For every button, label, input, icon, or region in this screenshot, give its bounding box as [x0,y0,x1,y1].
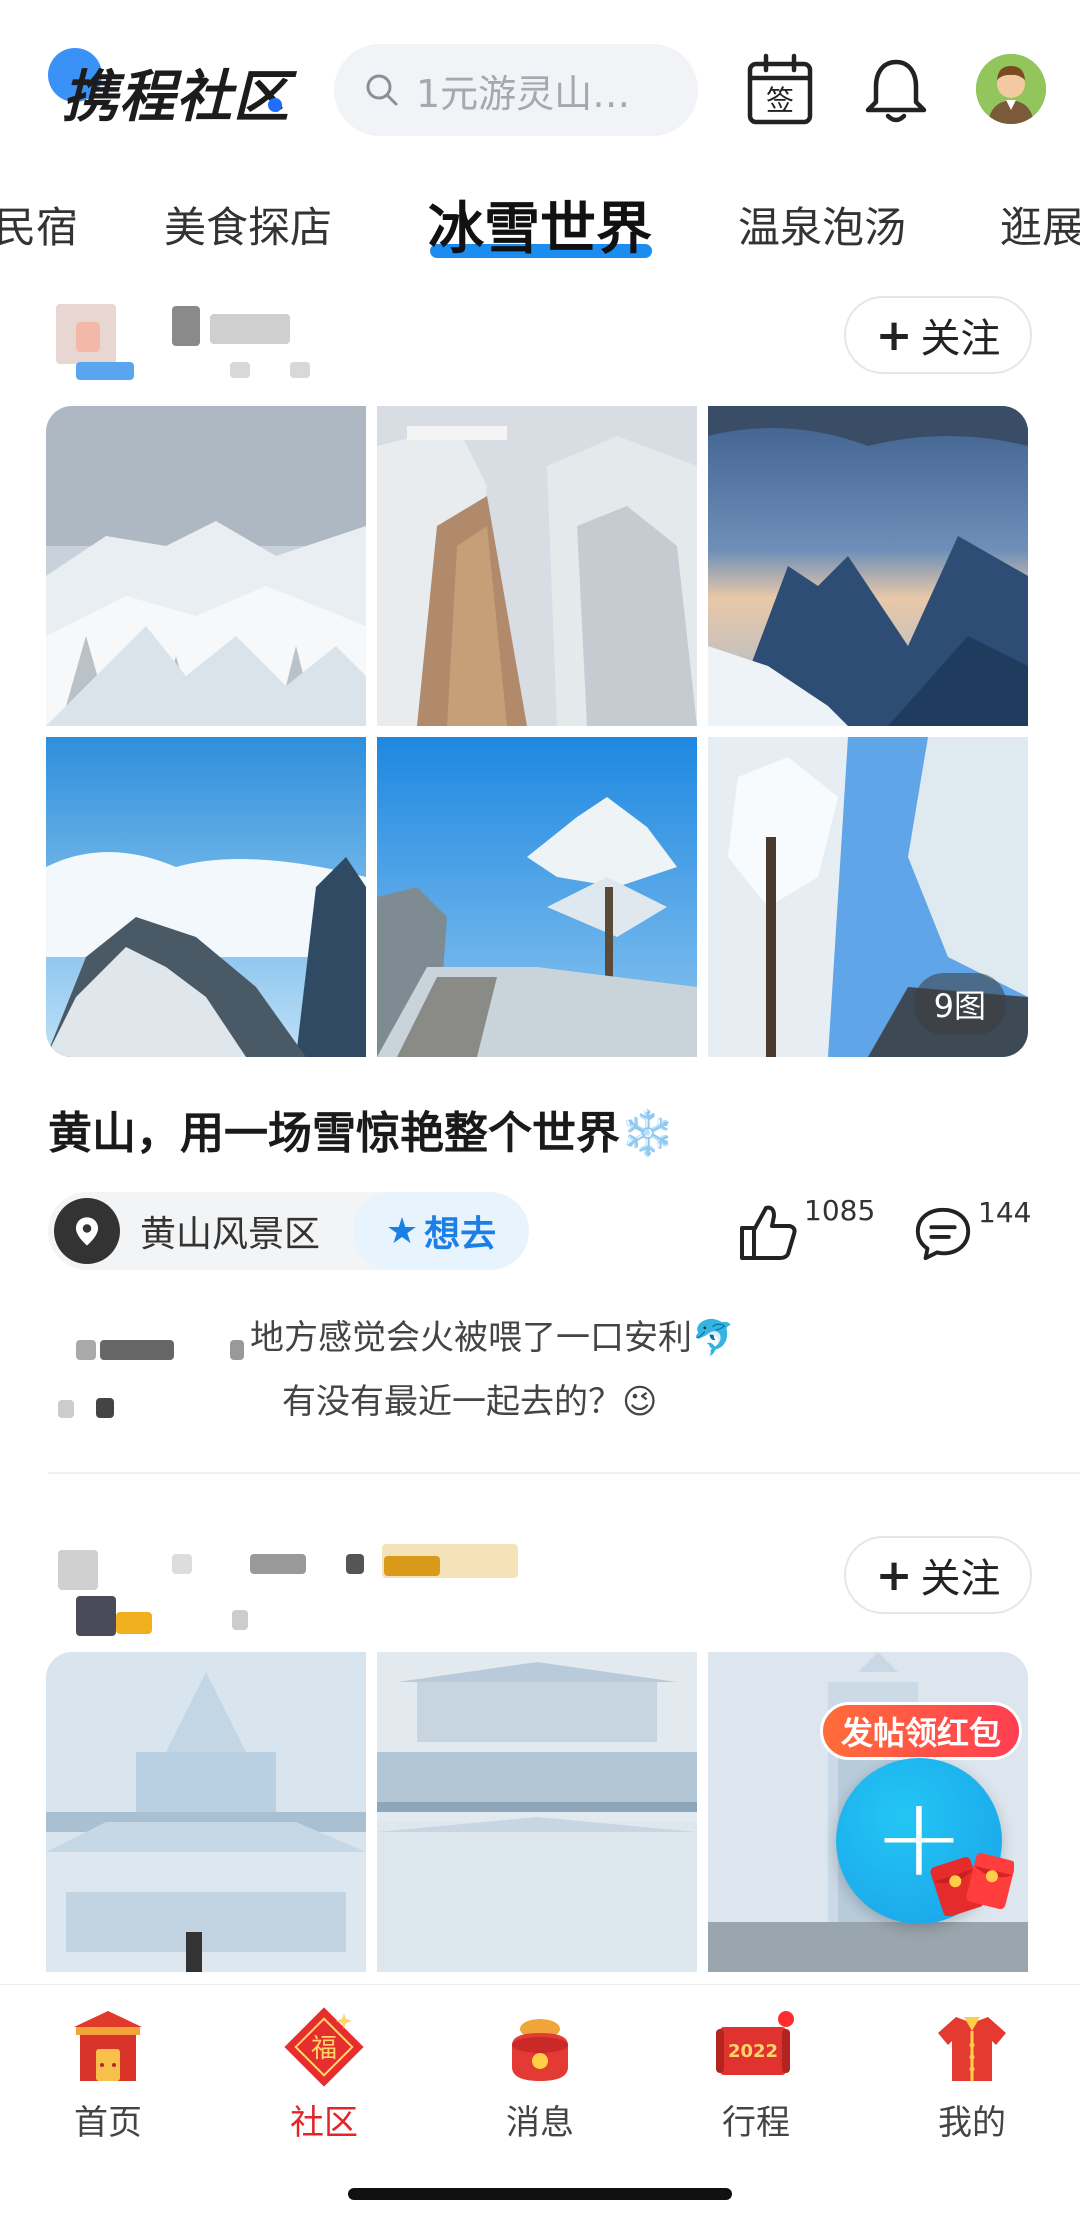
post-image[interactable] [377,737,697,1057]
sign-icon-char: 签 [766,84,794,117]
author-avatar-blurred-detail [76,322,100,352]
commenter-blurred-2 [100,1340,174,1360]
user-avatar[interactable] [976,54,1046,124]
bottom-navigation: 首页 福 社区 消息 2022 行程 我的 [0,1984,1080,2222]
category-tabs: 民宿 美食探店 冰雪世界 温泉泡汤 逛展 [0,180,1080,280]
nav-label-trips: 行程 [722,2103,790,2143]
home-gate-icon [74,2011,142,2081]
app-header: 携程社区 1元游灵山… 签 [0,0,1080,180]
tab-homestay[interactable]: 民宿 [0,194,78,255]
author-badge-blurred [116,1612,152,1634]
nav-label-home: 首页 [74,2103,142,2143]
want-to-go-button[interactable]: ★ 想去 [353,1192,529,1270]
home-indicator[interactable] [348,2188,732,2200]
post-divider [48,1472,1080,1474]
nav-item-messages[interactable]: 消息 [470,2005,610,2144]
like-count: 1085 [804,1194,876,1227]
author-meta-blurred-2 [290,362,310,378]
follow-button[interactable]: + 关注 [844,296,1032,374]
thumbs-up-icon [740,1205,797,1260]
post-image[interactable] [46,1652,366,1972]
star-icon: ★ [385,1210,419,1252]
tab-hot-spring[interactable]: 温泉泡汤 [738,194,906,255]
follow-button[interactable]: + 关注 [844,1536,1032,1614]
author-meta-blurred [232,1610,248,1630]
want-to-go-label: 想去 [424,1214,497,1255]
search-placeholder: 1元游灵山… [416,71,631,116]
location-row: 黄山风景区 ★ 想去 [48,1192,529,1270]
author-name-blurred-2 [210,314,290,344]
ctrip-community-logo[interactable]: 携程社区 [48,46,298,136]
nav-item-community[interactable]: 福 社区 [254,2005,394,2144]
logo-text: 携程社区 [62,65,290,130]
location-name: 黄山风景区 [140,1214,321,1255]
nav-item-trips[interactable]: 2022 行程 [686,2005,826,2144]
tab-exhibition[interactable]: 逛展 [1000,194,1080,255]
commenter-blurred-4 [58,1400,74,1418]
profile-robe-icon [938,2017,1006,2081]
fu-char: 福 [311,2034,337,2064]
post-for-red-packet-tag[interactable]: 发帖领红包 [820,1702,1023,1760]
post-image[interactable] [377,406,697,726]
nav-item-profile[interactable]: 我的 [902,2005,1042,2144]
post-image[interactable]: 9图 [708,737,1028,1057]
nav-label-community: 社区 [290,2103,358,2143]
plus-icon: + [875,309,913,361]
image-count-badge: 9图 [913,973,1006,1035]
year-char: 2022 [728,2041,778,2062]
comment-bubble-icon [915,1207,971,1261]
community-fu-icon: 福 [284,2007,364,2087]
commenter-blurred-5 [96,1398,114,1418]
nav-item-home[interactable]: 首页 [38,2005,178,2144]
author-avatar-blurred[interactable] [58,1550,98,1590]
search-icon [366,74,398,106]
message-bag-icon [512,2019,568,2081]
post-image[interactable] [377,1652,697,1972]
nav-label-profile: 我的 [938,2103,1006,2143]
follow-label: 关注 [920,1556,1001,1602]
search-bar[interactable]: 1元游灵山… [334,44,698,136]
sign-in-icon[interactable]: 签 [742,52,818,128]
author-avatar-blurred-detail [76,1596,116,1636]
post-title[interactable]: 黄山，用一场雪惊艳整个世界❄️ [48,1097,675,1161]
commenter-blurred [76,1340,96,1360]
author-name-blurred [172,306,200,346]
commenter-blurred-3 [230,1340,244,1360]
author-meta-blurred [230,362,250,378]
author-name-blurred-2 [250,1554,306,1574]
tab-food[interactable]: 美食探店 [164,194,332,255]
post-image[interactable] [46,737,366,1057]
post-image[interactable] [46,406,366,726]
author-tag-blurred-2 [384,1556,440,1576]
author-badge-blurred [76,362,134,380]
tab-ice-snow[interactable]: 冰雪世界 [428,184,652,265]
comment-text[interactable]: 地方感觉会火被喂了一口安利🐬 [250,1310,734,1359]
post-image[interactable] [708,406,1028,726]
tab-ice-snow-label: 冰雪世界 [428,197,652,262]
author-name-blurred-3 [346,1554,364,1574]
logo-dot [268,98,282,112]
red-packet-icon [930,1853,1014,1916]
plus-icon: + [875,1549,913,1601]
nav-label-messages: 消息 [506,2103,574,2143]
like-button[interactable]: 1085 [736,1194,875,1264]
comment-count: 144 [978,1196,1032,1229]
post-image-grid[interactable]: 9图 [46,406,1028,1057]
comment-text[interactable]: 有没有最近一起去的？😉 [282,1374,657,1423]
trip-2022-icon: 2022 [716,2011,794,2075]
notification-bell-icon[interactable] [858,52,934,128]
follow-label: 关注 [920,316,1001,362]
author-name-blurred [172,1554,192,1574]
location-pin-icon [54,1198,120,1264]
comment-button[interactable]: 144 [912,1196,1031,1264]
